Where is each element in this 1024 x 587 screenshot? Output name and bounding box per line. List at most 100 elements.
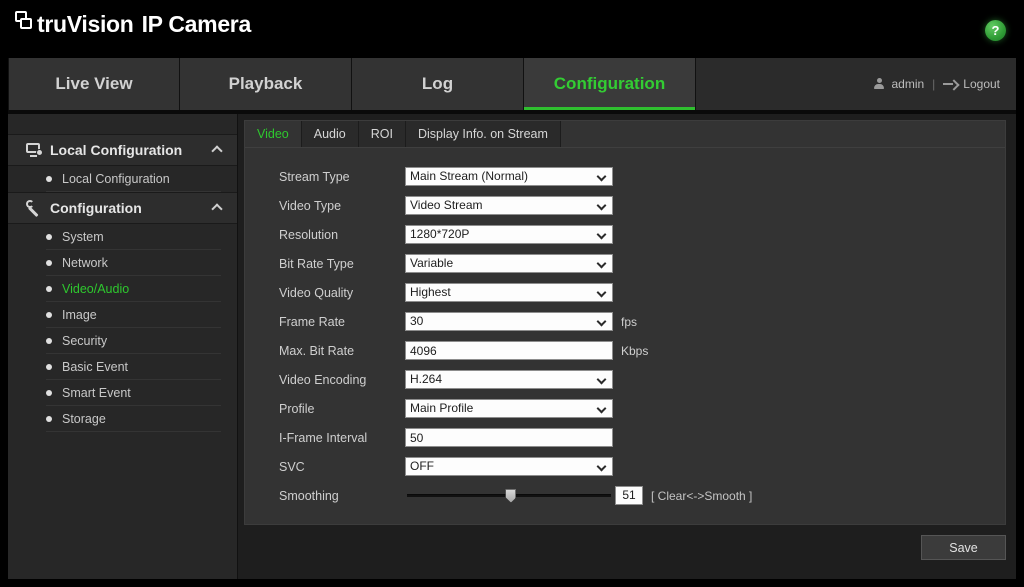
nav-tab-live-view[interactable]: Live View — [8, 58, 180, 110]
chevron-up-icon[interactable] — [211, 145, 223, 157]
sidebar-item-system[interactable]: System — [46, 224, 221, 250]
bit-rate-type-value: Variable — [410, 256, 454, 270]
user-separator: | — [932, 77, 936, 91]
logout-button[interactable]: Logout — [963, 77, 1000, 91]
sidebar-item-local-configuration[interactable]: Local Configuration — [46, 166, 221, 192]
field-label-max-bit-rate: Max. Bit Rate — [279, 343, 355, 358]
nav-tab-configuration[interactable]: Configuration — [524, 58, 696, 110]
field-row-stream-type: Stream Type Main Stream (Normal) — [245, 162, 1005, 191]
sidebar-items-local-configuration: Local Configuration — [8, 166, 237, 192]
field-control-stream-type: Main Stream (Normal) — [405, 167, 613, 186]
tab-bar-filler — [560, 121, 1005, 147]
person-icon — [873, 78, 885, 90]
sidebar-item-network[interactable]: Network — [46, 250, 221, 276]
chevron-down-icon — [596, 403, 607, 414]
content-area: Video Audio ROI Display Info. on Stream … — [238, 114, 1016, 579]
sidebar-item-basic-event[interactable]: Basic Event — [46, 354, 221, 380]
tab-audio[interactable]: Audio — [301, 121, 359, 147]
field-row-svc: SVC OFF — [245, 452, 1005, 481]
field-label-iframe-interval: I-Frame Interval — [279, 430, 368, 445]
video-encoding-select[interactable]: H.264 — [405, 370, 613, 389]
field-row-smoothing: Smoothing 51 [ Clear<->Smooth ] — [245, 481, 1005, 510]
field-control-video-encoding: H.264 — [405, 370, 613, 389]
help-icon[interactable]: ? — [985, 20, 1006, 41]
field-label-frame-rate: Frame Rate — [279, 314, 345, 329]
chevron-down-icon — [596, 316, 607, 327]
sidebar-group-header-configuration[interactable]: Configuration — [8, 192, 237, 224]
tab-video[interactable]: Video — [245, 121, 302, 147]
resolution-select[interactable]: 1280*720P — [405, 225, 613, 244]
profile-select[interactable]: Main Profile — [405, 399, 613, 418]
nav-tab-log[interactable]: Log — [352, 58, 524, 110]
max-bit-rate-input[interactable] — [405, 341, 613, 360]
field-row-video-type: Video Type Video Stream — [245, 191, 1005, 220]
sidebar-group-title: Configuration — [50, 200, 142, 216]
bullet-icon — [46, 389, 52, 396]
field-row-resolution: Resolution 1280*720P — [245, 220, 1005, 249]
iframe-interval-input[interactable] — [405, 428, 613, 447]
sidebar-item-security[interactable]: Security — [46, 328, 221, 354]
chevron-down-icon — [596, 461, 607, 472]
smoothing-slider[interactable] — [405, 486, 613, 505]
chevron-down-icon — [596, 258, 607, 269]
field-label-smoothing: Smoothing — [279, 488, 339, 503]
video-settings-panel: Video Audio ROI Display Info. on Stream … — [244, 120, 1006, 525]
video-type-select[interactable]: Video Stream — [405, 196, 613, 215]
field-label-resolution: Resolution — [279, 227, 339, 242]
smoothing-slider-thumb[interactable] — [505, 488, 517, 503]
sidebar-item-smart-event[interactable]: Smart Event — [46, 380, 221, 406]
chevron-down-icon — [596, 229, 607, 240]
bottom-edge-strip — [0, 579, 1024, 587]
field-label-svc: SVC — [279, 459, 305, 474]
chevron-down-icon — [596, 200, 607, 211]
sidebar-group-title: Local Configuration — [50, 142, 183, 158]
chevron-down-icon — [596, 374, 607, 385]
main-nav: Live View Playback Log Configuration adm… — [8, 58, 1016, 110]
content-tab-bar: Video Audio ROI Display Info. on Stream — [245, 121, 1005, 148]
logout-arrow-icon[interactable] — [943, 78, 957, 90]
sidebar-group-header-local-configuration[interactable]: Local Configuration — [8, 134, 237, 166]
sidebar-item-label: System — [62, 229, 104, 244]
bit-rate-type-select[interactable]: Variable — [405, 254, 613, 273]
field-label-bit-rate-type: Bit Rate Type — [279, 256, 354, 271]
frame-rate-unit: fps — [621, 314, 638, 329]
bullet-icon — [46, 233, 52, 240]
field-row-video-quality: Video Quality Highest — [245, 278, 1005, 307]
max-bit-rate-unit: Kbps — [621, 343, 649, 358]
bullet-icon — [46, 311, 52, 318]
nav-tab-playback[interactable]: Playback — [180, 58, 352, 110]
field-control-svc: OFF — [405, 457, 613, 476]
field-label-video-quality: Video Quality — [279, 285, 354, 300]
field-label-video-encoding: Video Encoding — [279, 372, 367, 387]
video-quality-select[interactable]: Highest — [405, 283, 613, 302]
stream-type-select[interactable]: Main Stream (Normal) — [405, 167, 613, 186]
sidebar-items-configuration: System Network Video/Audio Image Securit… — [8, 224, 237, 432]
sidebar-item-image[interactable]: Image — [46, 302, 221, 328]
field-control-max-bit-rate — [405, 341, 613, 360]
chevron-up-icon[interactable] — [211, 203, 223, 215]
tab-roi[interactable]: ROI — [358, 121, 406, 147]
sidebar-item-storage[interactable]: Storage — [46, 406, 221, 432]
save-button[interactable]: Save — [921, 535, 1006, 560]
field-control-resolution: 1280*720P — [405, 225, 613, 244]
sidebar-item-video-audio[interactable]: Video/Audio — [46, 276, 221, 302]
monitor-gear-icon — [26, 143, 43, 157]
field-row-bit-rate-type: Bit Rate Type Variable — [245, 249, 1005, 278]
field-row-iframe-interval: I-Frame Interval — [245, 423, 1005, 452]
sidebar-item-label: Video/Audio — [62, 281, 130, 296]
left-edge-strip — [0, 58, 8, 587]
field-label-video-type: Video Type — [279, 198, 342, 213]
svc-value: OFF — [410, 459, 434, 473]
user-area: admin | Logout — [873, 58, 1016, 110]
sidebar-item-label: Storage — [62, 411, 106, 426]
chevron-down-icon — [596, 287, 607, 298]
field-row-frame-rate: Frame Rate 30 fps — [245, 307, 1005, 336]
tab-display-info-on-stream[interactable]: Display Info. on Stream — [405, 121, 561, 147]
bullet-icon — [46, 337, 52, 344]
sidebar-group-local-configuration: Local Configuration Local Configuration — [8, 134, 237, 192]
bullet-icon — [46, 285, 52, 292]
svc-select[interactable]: OFF — [405, 457, 613, 476]
frame-rate-select[interactable]: 30 — [405, 312, 613, 331]
sidebar: Local Configuration Local Configuration … — [8, 114, 238, 579]
wrench-icon — [26, 200, 42, 218]
